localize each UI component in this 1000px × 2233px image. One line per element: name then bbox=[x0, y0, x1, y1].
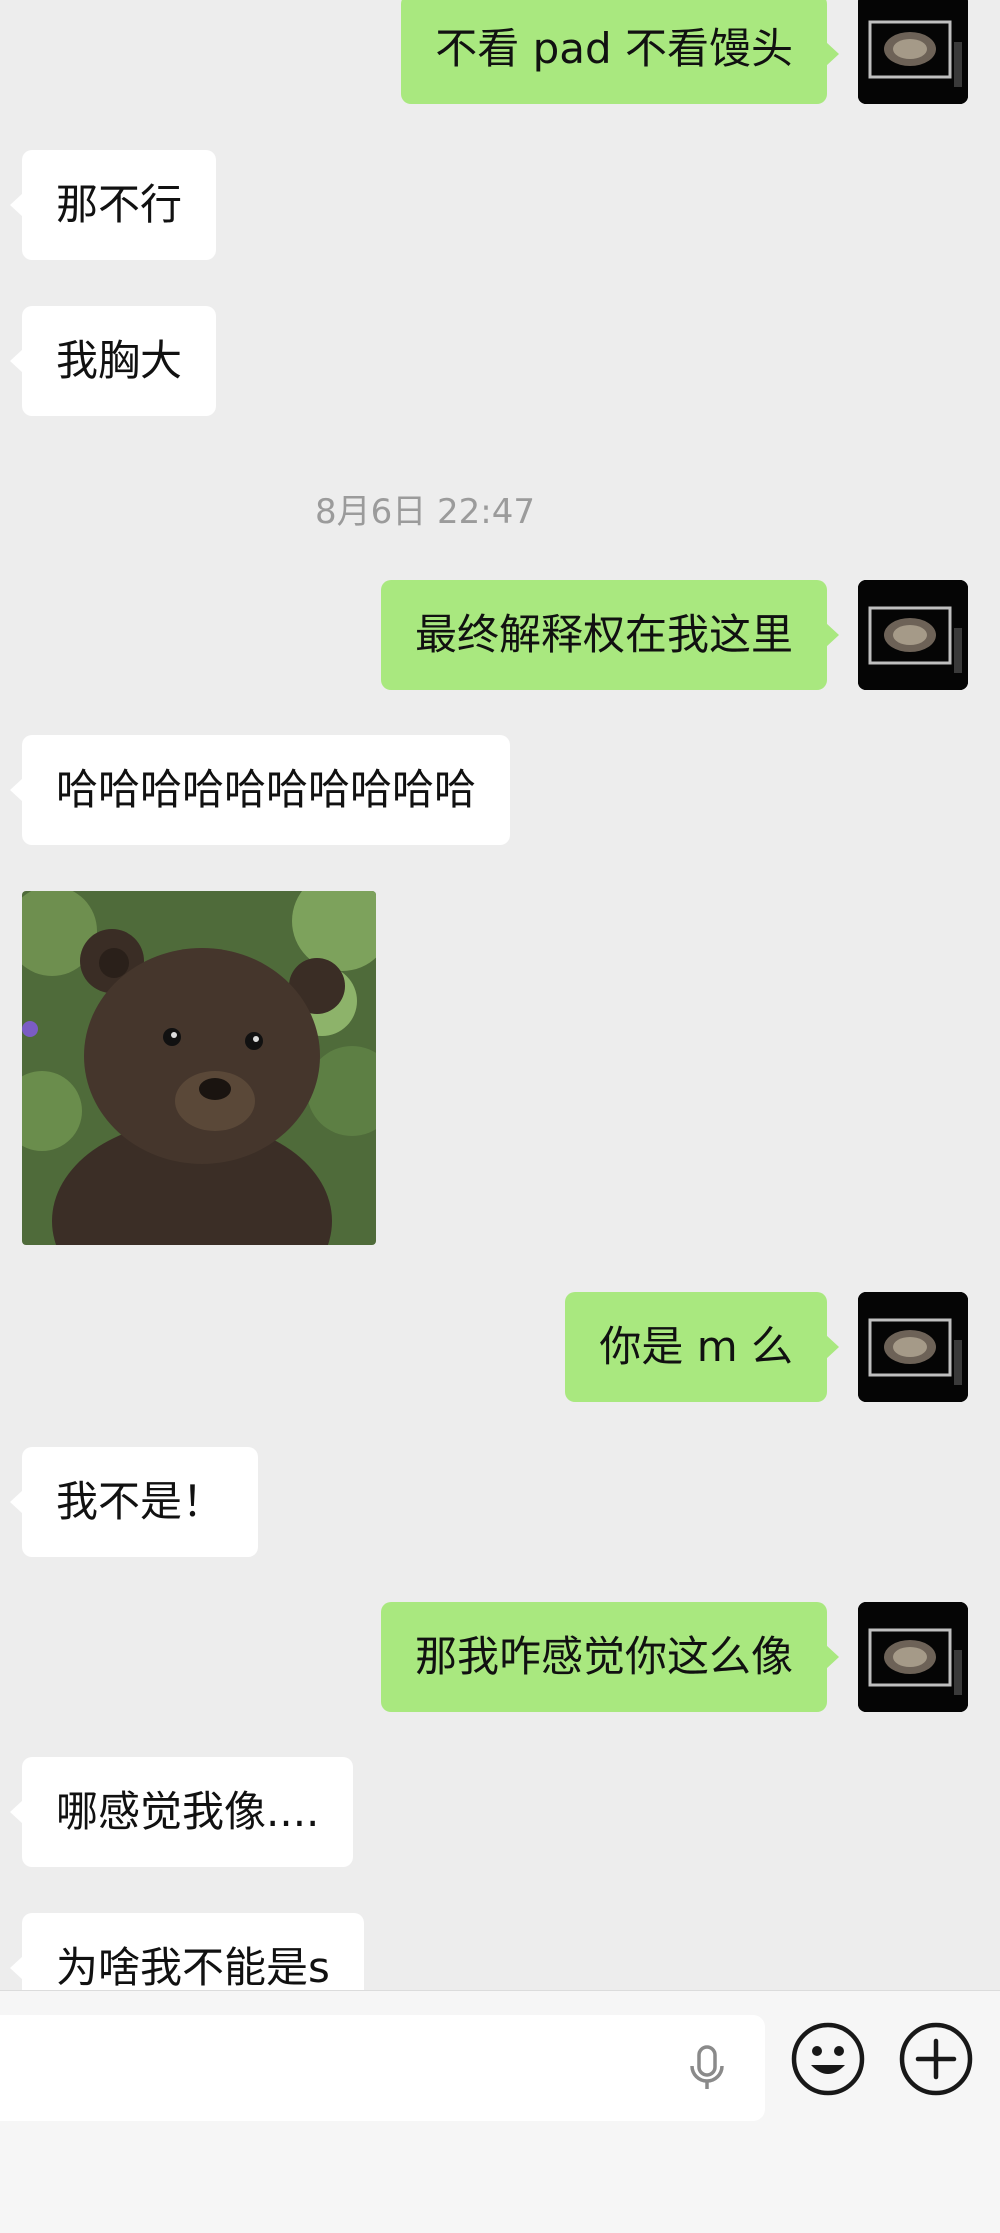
incoming-message-bubble[interactable]: 那不行 bbox=[22, 150, 217, 260]
message-text: 哪感觉我像.... bbox=[56, 1787, 320, 1836]
microphone-icon[interactable] bbox=[682, 2043, 732, 2093]
outgoing-message-bubble[interactable]: 你是 m 么 bbox=[565, 1292, 827, 1402]
bear-cub-image-icon bbox=[22, 891, 376, 1245]
bubble-tail bbox=[826, 1645, 839, 1669]
message-text: 你是 m 么 bbox=[599, 1322, 793, 1371]
outgoing-message-bubble[interactable]: 不看 pad 不看馒头 bbox=[401, 0, 827, 104]
message-input[interactable] bbox=[0, 2015, 765, 2121]
plus-icon[interactable] bbox=[898, 2021, 974, 2097]
incoming-message-bubble[interactable]: 我不是！ bbox=[22, 1447, 259, 1557]
outgoing-message-bubble[interactable]: 最终解释权在我这里 bbox=[380, 580, 827, 690]
framed-artwork-avatar-icon bbox=[858, 580, 968, 690]
message-text: 那我咋感觉你这么像 bbox=[414, 1632, 793, 1681]
framed-artwork-avatar-icon bbox=[858, 0, 968, 104]
input-bar bbox=[0, 1990, 1000, 2233]
bubble-tail bbox=[826, 42, 839, 66]
bubble-tail bbox=[826, 1335, 839, 1359]
message-text: 最终解释权在我这里 bbox=[414, 610, 793, 659]
incoming-message-bubble[interactable]: 我胸大 bbox=[22, 306, 217, 416]
incoming-message-bubble[interactable]: 为啥我不能是s bbox=[22, 1913, 364, 1990]
message-text: 不看 pad 不看馒头 bbox=[435, 24, 793, 73]
framed-artwork-avatar-icon bbox=[858, 1602, 968, 1712]
chat-area[interactable]: 不看 pad 不看馒头 那不行 我胸大 8月6日 22:47 最终解释权在我这里… bbox=[0, 0, 1000, 1990]
incoming-message-bubble[interactable]: 哪感觉我像.... bbox=[22, 1757, 354, 1867]
emoji-icon[interactable] bbox=[790, 2021, 866, 2097]
incoming-message-bubble[interactable]: 哈哈哈哈哈哈哈哈哈哈 bbox=[22, 735, 511, 845]
bear-cub-photo[interactable] bbox=[22, 891, 376, 1245]
my-avatar[interactable] bbox=[858, 0, 968, 104]
message-text: 我胸大 bbox=[56, 336, 183, 385]
message-text: 那不行 bbox=[56, 180, 183, 229]
framed-artwork-avatar-icon bbox=[858, 1292, 968, 1402]
my-avatar[interactable] bbox=[858, 1602, 968, 1712]
my-avatar[interactable] bbox=[858, 580, 968, 690]
my-avatar[interactable] bbox=[858, 1292, 968, 1402]
bubble-tail bbox=[826, 623, 839, 647]
message-text: 哈哈哈哈哈哈哈哈哈哈 bbox=[56, 765, 477, 814]
message-text: 我不是！ bbox=[56, 1477, 225, 1526]
message-text: 为啥我不能是s bbox=[56, 1943, 330, 1990]
outgoing-message-bubble[interactable]: 那我咋感觉你这么像 bbox=[380, 1602, 827, 1712]
timestamp: 8月6日 22:47 bbox=[314, 492, 536, 532]
